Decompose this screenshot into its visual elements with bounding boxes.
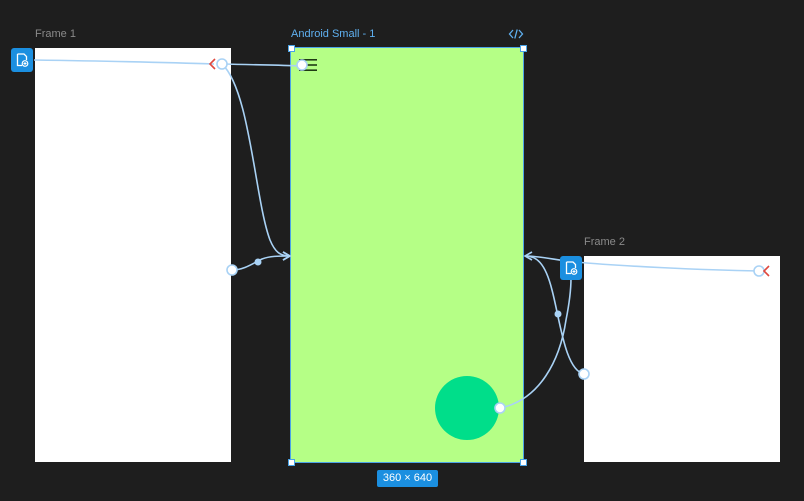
link-endpoint[interactable] [296,59,308,71]
prototype-connections [33,58,770,414]
link-endpoint[interactable] [578,368,590,380]
link-flow-start-frame-1 [33,59,215,65]
design-canvas[interactable]: Frame 1 Android Small - 1 360 × 640 Fram… [0,0,804,501]
link-endpoint[interactable] [494,402,506,414]
link-frame-1-to-android [221,63,292,261]
link-frame-1-back [221,63,301,67]
flow-start-icon[interactable] [11,48,33,72]
flow-start-icon[interactable] [560,256,582,280]
link-midpoint-dot [554,310,562,318]
link-endpoint[interactable] [753,265,765,277]
link-midpoint-dot [254,258,262,266]
back-arrow-icon [762,265,770,277]
link-endpoint[interactable] [226,264,238,276]
link-fab-to-frame-2 [499,277,572,409]
link-endpoint[interactable] [216,58,228,70]
